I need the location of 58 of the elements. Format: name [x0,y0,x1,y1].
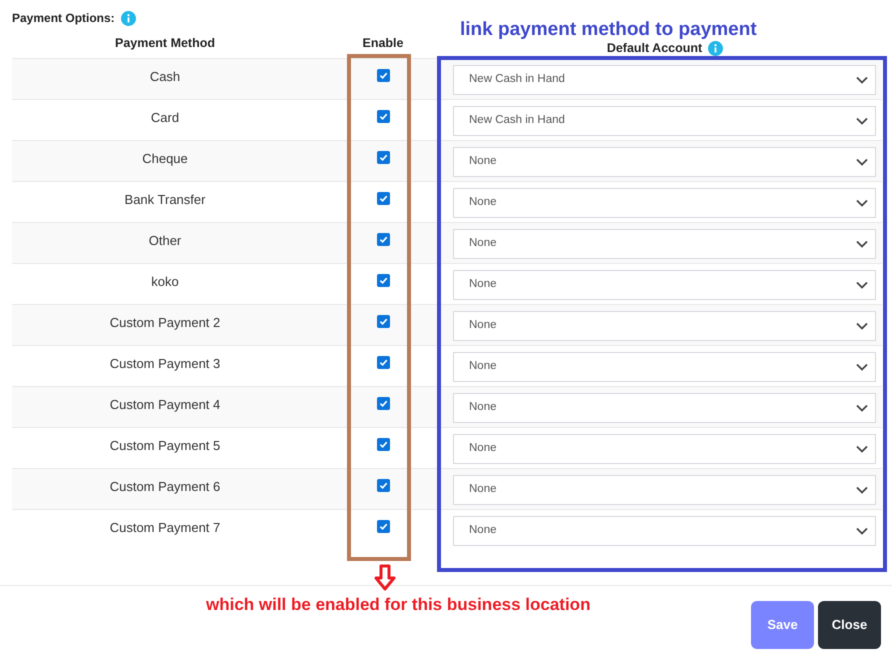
method-name: Cash [150,68,180,86]
checkbox[interactable] [376,151,390,164]
account-select[interactable]: New Cash in Hand [453,106,876,136]
account-select[interactable]: New Cash in Hand [453,65,876,95]
method-name: Card [150,109,180,127]
chevron-down-icon [855,239,869,249]
account-select[interactable]: None [453,393,876,423]
checkbox[interactable] [376,233,390,246]
annotation-text: link payment method to payment [460,18,757,42]
chevron-down-icon [855,157,869,167]
method-name: Bank Transfer [124,191,206,209]
method-name: Custom Payment 4 [110,396,220,414]
account-select[interactable]: None [453,188,876,218]
chevron-down-icon [855,321,869,331]
chevron-down-icon [855,75,869,85]
checkbox[interactable] [376,397,390,410]
method-name: Other [148,232,182,250]
method-name: Custom Payment 5 [110,437,220,455]
chevron-down-icon [855,362,869,372]
method-name: Custom Payment 3 [110,355,220,373]
checkbox[interactable] [376,69,390,82]
method-name: Custom Payment 6 [110,478,220,496]
account-select[interactable]: None [453,311,876,341]
arrow-down-icon [374,564,396,591]
info-icon [120,10,136,26]
checkbox[interactable] [376,315,390,328]
checkbox[interactable] [376,356,390,369]
checkbox[interactable] [376,274,390,287]
checkbox[interactable] [376,438,390,451]
section-title: Payment Options: [12,10,115,27]
chevron-down-icon [855,198,869,208]
checkbox[interactable] [376,192,390,205]
account-select[interactable]: None [453,229,876,259]
column-header: Enable [362,34,404,52]
account-select[interactable]: None [453,434,876,464]
close-button[interactable]: Close [818,601,881,649]
method-name: Custom Payment 7 [110,519,220,537]
annotation-text: which will be enabled for this business location [206,594,590,616]
chevron-down-icon [855,485,869,495]
account-select[interactable]: None [453,147,876,177]
method-name: Cheque [142,150,188,168]
account-select[interactable]: None [453,475,876,505]
column-header: Payment Method [114,34,216,52]
method-name: koko [151,273,179,291]
info-icon [708,40,724,56]
method-name: Custom Payment 2 [110,314,220,332]
checkbox[interactable] [376,110,390,123]
account-select[interactable]: None [453,270,876,300]
chevron-down-icon [855,526,869,536]
chevron-down-icon [855,403,869,413]
chevron-down-icon [855,280,869,290]
column-header: Default Account [606,40,702,57]
checkbox[interactable] [376,520,390,533]
checkbox[interactable] [376,479,390,492]
chevron-down-icon [855,444,869,454]
account-select[interactable]: None [453,352,876,382]
chevron-down-icon [855,116,869,126]
account-select[interactable]: None [453,516,876,546]
